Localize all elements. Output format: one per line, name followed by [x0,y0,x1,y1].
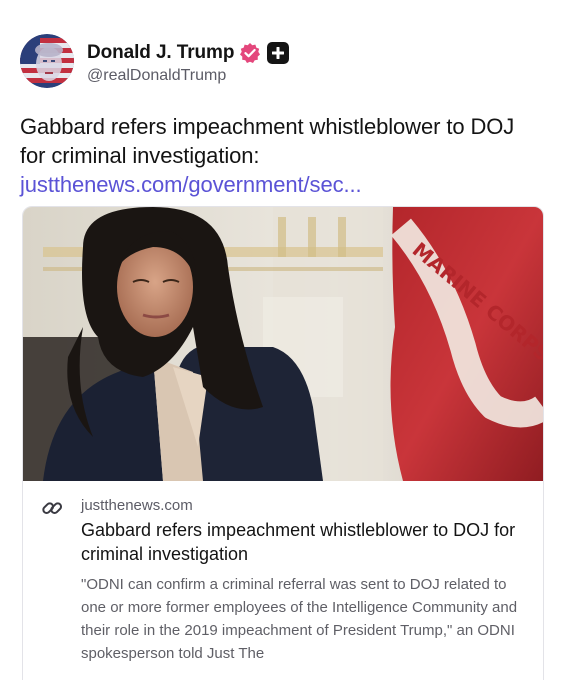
link-preview-image[interactable]: MARINE CORPS [23,207,543,481]
author-handle[interactable]: @realDonaldTrump [87,67,226,85]
verified-badge-icon [239,42,261,64]
link-domain: justthenews.com [81,497,193,514]
link-chain-icon [41,497,63,519]
link-preview-card[interactable]: MARINE CORPS justthenews.com Gabbard ref… [22,206,544,680]
link-title[interactable]: Gabbard refers impeachment whistleblower… [81,518,531,566]
avatar[interactable] [20,34,74,88]
post-link[interactable]: justthenews.com/government/sec... [20,172,362,197]
plus-badge-icon [267,42,290,64]
post-body: Gabbard refers impeachment whistleblower… [20,112,540,199]
post-header: Donald J. Trump @realDonaldTrump [20,34,550,90]
author-name[interactable]: Donald J. Trump [87,42,234,64]
post-text: Gabbard refers impeachment whistleblower… [20,114,515,168]
link-description: "ODNI can confirm a criminal referral wa… [81,576,518,662]
author-name-row: Donald J. Trump [87,40,290,66]
